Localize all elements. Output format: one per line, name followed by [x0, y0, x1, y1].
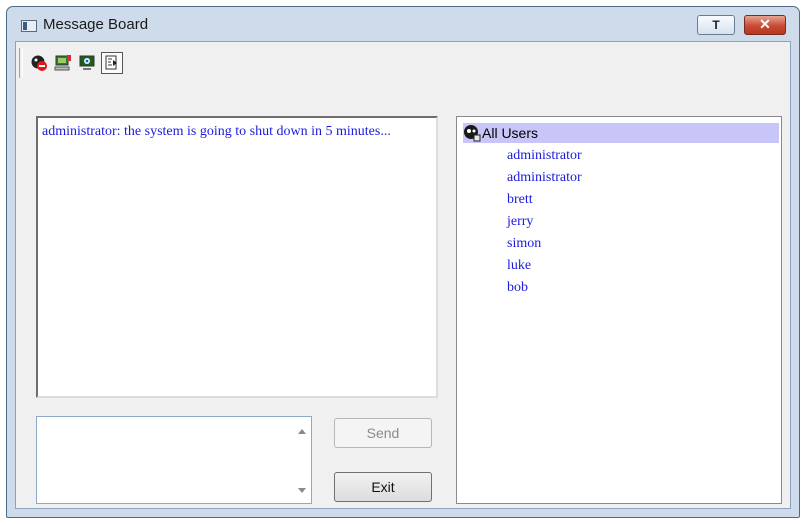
title-bar[interactable]: Message Board T ✕: [7, 7, 799, 41]
computer-tool[interactable]: [52, 52, 74, 74]
user-item-administrator-2[interactable]: administrator: [507, 170, 582, 186]
message-text: administrator: the system is going to sh…: [42, 124, 391, 139]
user-item-brett[interactable]: brett: [507, 192, 533, 208]
client-area: administrator: the system is going to sh…: [15, 41, 791, 509]
all-users-node[interactable]: All Users: [463, 123, 779, 143]
stop-user-icon: [31, 55, 47, 71]
send-button[interactable]: Send: [334, 418, 432, 448]
message-view-icon: [105, 55, 117, 70]
scroll-down-arrow-icon[interactable]: [298, 488, 306, 493]
window-title: Message Board: [43, 16, 149, 33]
user-item-administrator-1[interactable]: administrator: [507, 148, 582, 164]
close-icon: ✕: [759, 16, 771, 32]
users-group-icon: [464, 125, 481, 142]
computer-icon: [54, 55, 71, 71]
user-item-simon[interactable]: simon: [507, 236, 541, 252]
pin-label: T: [712, 18, 720, 32]
toolbar-grip: [19, 48, 23, 78]
scroll-up-arrow-icon[interactable]: [298, 429, 306, 434]
monitor-tool[interactable]: [76, 52, 98, 74]
message-history[interactable]: administrator: the system is going to sh…: [36, 116, 438, 398]
user-item-jerry[interactable]: jerry: [507, 214, 533, 230]
monitor-icon: [79, 55, 95, 70]
user-item-bob[interactable]: bob: [507, 280, 528, 296]
user-list[interactable]: All Users administrator administrator br…: [456, 116, 782, 504]
app-icon: [21, 20, 37, 32]
all-users-label: All Users: [482, 125, 539, 141]
user-item-luke[interactable]: luke: [507, 258, 531, 274]
pin-button[interactable]: T: [697, 15, 735, 35]
message-view-tool[interactable]: [101, 52, 123, 74]
close-button[interactable]: ✕: [744, 15, 786, 35]
exit-button[interactable]: Exit: [334, 472, 432, 502]
compose-message-input[interactable]: [36, 416, 312, 504]
compose-scrollbar[interactable]: [293, 417, 311, 503]
stop-user-tool[interactable]: [28, 52, 50, 74]
message-board-window: Message Board T ✕ administrator: the sys…: [6, 6, 800, 518]
